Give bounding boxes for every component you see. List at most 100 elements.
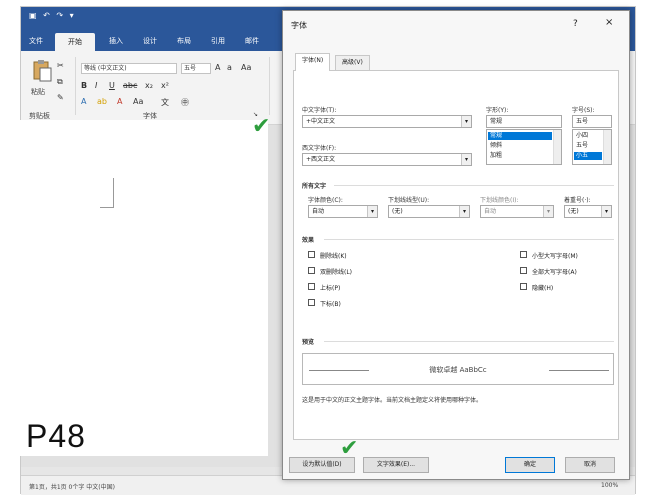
superscript-label[interactable]: 上标(P)	[320, 283, 340, 292]
tab-file[interactable]: 文件	[29, 36, 43, 46]
phonetic-icon[interactable]: 文	[161, 97, 169, 108]
tab-design[interactable]: 设计	[143, 36, 157, 46]
size-input[interactable]: 五号	[572, 115, 612, 128]
underline-color-select[interactable]: 自动 ▾	[480, 205, 554, 218]
change-case-icon[interactable]: Aa	[241, 63, 251, 72]
checkmark-icon: ✔	[340, 436, 359, 461]
underline-style-select[interactable]: (无) ▾	[388, 205, 470, 218]
superscript-icon[interactable]: x²	[161, 81, 169, 90]
tab-home[interactable]: 开始	[55, 33, 95, 51]
document-page[interactable]	[6, 120, 268, 456]
enclose-char-icon[interactable]: ㊥	[181, 97, 189, 108]
tab-advanced[interactable]: 高级(V)	[335, 55, 370, 71]
emphasis-label: 着重号(·):	[564, 197, 591, 204]
font-name-box[interactable]: 等线 (中文正文)	[81, 63, 177, 74]
scrollbar[interactable]	[553, 130, 561, 164]
style-list[interactable]: 常规 倾斜 加粗	[486, 129, 562, 165]
tab-layout[interactable]: 布局	[177, 36, 191, 46]
text-effects-button[interactable]: 文字效果(E)...	[363, 457, 429, 473]
subscript-checkbox[interactable]	[308, 299, 315, 306]
chevron-down-icon[interactable]: ▾	[543, 206, 553, 217]
size-list[interactable]: 小四 五号 小五	[572, 129, 612, 165]
size-label: 字号(S):	[572, 107, 595, 114]
checkmark-icon: ✔	[252, 114, 271, 139]
shrink-font-icon[interactable]: a	[227, 63, 232, 72]
font-color-label: 字体颜色(C):	[308, 197, 343, 204]
list-item[interactable]: 五号	[574, 142, 602, 150]
list-item[interactable]: 倾斜	[488, 142, 552, 150]
tab-font[interactable]: 字体(N)	[295, 53, 331, 71]
double-strike-checkbox[interactable]	[308, 267, 315, 274]
help-icon[interactable]: ?	[573, 19, 578, 29]
quick-access-toolbar[interactable]: ▣ ↶ ↷ ▾	[29, 11, 76, 20]
chevron-down-icon[interactable]: ▾	[461, 154, 471, 165]
tab-insert[interactable]: 插入	[109, 36, 123, 46]
chinese-font-label: 中文字体(T):	[302, 107, 337, 114]
underline-style-value: (无)	[392, 208, 403, 215]
all-text-heading: 所有文字	[302, 183, 327, 190]
font-color-select[interactable]: 自动 ▾	[308, 205, 378, 218]
dialog-title-bar: 字体 ? ×	[283, 11, 629, 37]
underline-icon[interactable]: U	[109, 81, 115, 90]
font-color-icon[interactable]: A	[117, 97, 122, 106]
group-divider	[75, 57, 76, 115]
font-dialog: 字体 ? × 字体(N) 高级(V) 中文字体(T): +中文正文 ▾ 西文字体…	[282, 10, 630, 480]
status-text: 第1页，共1页 0个字 中文(中国)	[29, 484, 115, 491]
page-label: P48	[26, 418, 86, 454]
preview-heading: 预览	[302, 339, 315, 346]
tab-references[interactable]: 引用	[211, 36, 225, 46]
small-caps-checkbox[interactable]	[520, 251, 527, 258]
size-value: 五号	[576, 118, 589, 125]
close-icon[interactable]: ×	[605, 17, 613, 28]
list-item[interactable]: 加粗	[488, 152, 552, 160]
emphasis-select[interactable]: (无) ▾	[564, 205, 612, 218]
list-item[interactable]: 小五	[574, 152, 602, 160]
char-shading-icon[interactable]: Aa	[133, 97, 143, 106]
chevron-down-icon[interactable]: ▾	[461, 116, 471, 127]
font-note: 这是用于中文的正文主题字体。当前文档主题定义将使用哪种字体。	[302, 397, 483, 404]
zoom-level[interactable]: 100%	[601, 482, 618, 489]
grow-font-icon[interactable]: A	[215, 63, 220, 72]
hidden-label[interactable]: 隐藏(H)	[532, 283, 553, 292]
dialog-panel: 中文字体(T): +中文正文 ▾ 西文字体(F): +西文正文 ▾ 字形(Y):…	[293, 70, 619, 440]
all-caps-label[interactable]: 全部大写字母(A)	[532, 267, 577, 276]
cancel-button[interactable]: 取消	[565, 457, 615, 473]
hidden-checkbox[interactable]	[520, 283, 527, 290]
subscript-label[interactable]: 下标(B)	[320, 299, 341, 308]
double-strike-label[interactable]: 双删除线(L)	[320, 267, 352, 276]
preview-box: 微软卓越 AaBbCc	[302, 353, 614, 385]
western-font-select[interactable]: +西文正文 ▾	[302, 153, 472, 166]
strikethrough-checkbox[interactable]	[308, 251, 315, 258]
chevron-down-icon[interactable]: ▾	[601, 206, 611, 217]
superscript-checkbox[interactable]	[308, 283, 315, 290]
chinese-font-select[interactable]: +中文正文 ▾	[302, 115, 472, 128]
strikethrough-icon[interactable]: abc	[123, 81, 137, 90]
font-size-box[interactable]: 五号	[181, 63, 211, 74]
subscript-icon[interactable]: x₂	[145, 81, 153, 90]
list-item[interactable]: 小四	[574, 132, 602, 140]
cut-icon[interactable]: ✂	[57, 61, 64, 70]
copy-icon[interactable]: ⧉	[57, 77, 63, 87]
paragraph-mark	[100, 178, 114, 208]
scrollbar[interactable]	[603, 130, 611, 164]
all-caps-checkbox[interactable]	[520, 267, 527, 274]
text-effects-icon[interactable]: A	[81, 97, 86, 106]
paste-icon[interactable]	[31, 59, 53, 83]
small-caps-label[interactable]: 小型大写字母(M)	[532, 251, 578, 260]
chevron-down-icon[interactable]: ▾	[367, 206, 377, 217]
style-input[interactable]: 常规	[486, 115, 562, 128]
highlight-icon[interactable]: ab	[97, 97, 107, 106]
ok-button[interactable]: 确定	[505, 457, 555, 473]
strikethrough-label[interactable]: 删除线(K)	[320, 251, 347, 260]
bold-icon[interactable]: B	[81, 81, 87, 90]
chinese-font-value: +中文正文	[306, 118, 336, 125]
group-divider	[269, 57, 270, 115]
font-size-value: 五号	[184, 65, 197, 72]
preview-text: 微软卓越 AaBbCc	[429, 366, 487, 374]
chevron-down-icon[interactable]: ▾	[459, 206, 469, 217]
italic-icon[interactable]: I	[95, 81, 97, 90]
paste-label[interactable]: 粘贴	[31, 87, 45, 97]
list-item[interactable]: 常规	[488, 132, 552, 140]
format-painter-icon[interactable]: ✎	[57, 93, 64, 102]
tab-mailings[interactable]: 邮件	[245, 36, 259, 46]
